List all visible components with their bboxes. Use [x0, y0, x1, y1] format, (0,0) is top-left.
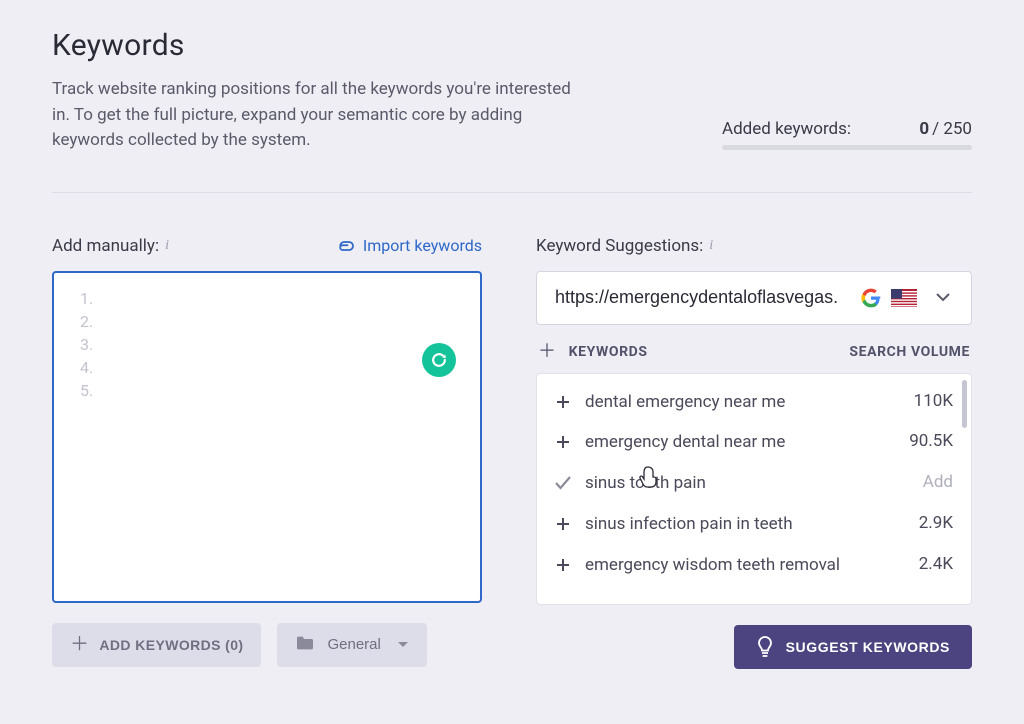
add-suggestion-button[interactable]: [555, 394, 571, 410]
add-all-button[interactable]: ＋: [538, 343, 557, 361]
keyword-quota: Added keywords: 0/ 250: [722, 119, 972, 154]
folder-icon: [295, 635, 315, 655]
cursor-icon: [637, 465, 659, 489]
suggestions-label: Keyword Suggestions: i: [536, 236, 713, 256]
suggestion-url-input[interactable]: [555, 287, 851, 308]
suggestions-column-header: ＋ KEYWORDS SEARCH VOLUME: [536, 343, 972, 373]
info-icon[interactable]: i: [165, 238, 169, 254]
suggestion-row[interactable]: emergency wisdom teeth removal 2.4K: [551, 545, 957, 586]
suggest-keywords-button[interactable]: SUGGEST KEYWORDS: [734, 625, 972, 669]
plus-icon: ＋: [70, 635, 89, 654]
paperclip-icon: [335, 238, 355, 254]
page-title: Keywords: [52, 28, 972, 63]
suggestion-keyword: emergency wisdom teeth removal: [585, 554, 905, 577]
plus-icon: [556, 395, 570, 409]
add-manually-label: Add manually: i: [52, 236, 169, 256]
lightbulb-icon: [756, 636, 774, 658]
plus-icon: [556, 435, 570, 449]
chevron-down-icon: [397, 636, 409, 653]
suggestion-keyword: dental emergency near me: [585, 391, 900, 414]
url-dropdown-toggle[interactable]: [929, 284, 957, 312]
added-suggestion-check[interactable]: [555, 475, 571, 491]
add-suggestion-button[interactable]: [555, 557, 571, 573]
suggestion-url-input-wrap: [536, 271, 972, 325]
suggestion-volume: 90.5K: [909, 431, 953, 451]
suggestion-keyword: emergency dental near me: [585, 431, 895, 454]
scrollbar-thumb[interactable]: [962, 380, 967, 428]
suggestion-row[interactable]: sinus infection pain in teeth 2.9K: [551, 504, 957, 545]
chevron-down-icon: [936, 293, 950, 302]
suggestion-keyword: sinus infection pain in teeth: [585, 513, 905, 536]
grammarly-icon[interactable]: [422, 343, 456, 377]
suggestion-volume: 2.4K: [919, 554, 953, 574]
quota-label: Added keywords:: [722, 119, 851, 139]
divider: [52, 192, 972, 193]
suggestion-volume: Add: [923, 472, 953, 492]
suggestion-row[interactable]: emergency dental near me 90.5K: [551, 422, 957, 463]
check-icon: [555, 476, 571, 490]
quota-progress-bar: [722, 145, 972, 150]
quota-count: 0/ 250: [919, 119, 972, 139]
import-keywords-link[interactable]: Import keywords: [335, 236, 482, 255]
add-keywords-button[interactable]: ＋ ADD KEYWORDS (0): [52, 623, 261, 667]
info-icon[interactable]: i: [709, 238, 713, 254]
suggestion-keyword: sinus tooth pain: [585, 472, 909, 495]
add-suggestion-button[interactable]: [555, 434, 571, 450]
suggestion-volume: 110K: [914, 391, 953, 411]
plus-icon: [556, 517, 570, 531]
suggestion-row[interactable]: sinus tooth pain Add: [551, 463, 957, 504]
suggestions-list[interactable]: dental emergency near me 110K emergency …: [537, 374, 971, 604]
us-flag-icon: [891, 289, 917, 307]
google-icon: [861, 288, 881, 308]
manual-keywords-textarea[interactable]: [52, 271, 482, 603]
page-description: Track website ranking positions for all …: [52, 77, 592, 154]
folder-select[interactable]: General: [277, 623, 426, 667]
suggestion-volume: 2.9K: [919, 513, 953, 533]
plus-icon: [556, 558, 570, 572]
suggestion-row[interactable]: dental emergency near me 110K: [551, 382, 957, 423]
add-suggestion-button[interactable]: [555, 516, 571, 532]
